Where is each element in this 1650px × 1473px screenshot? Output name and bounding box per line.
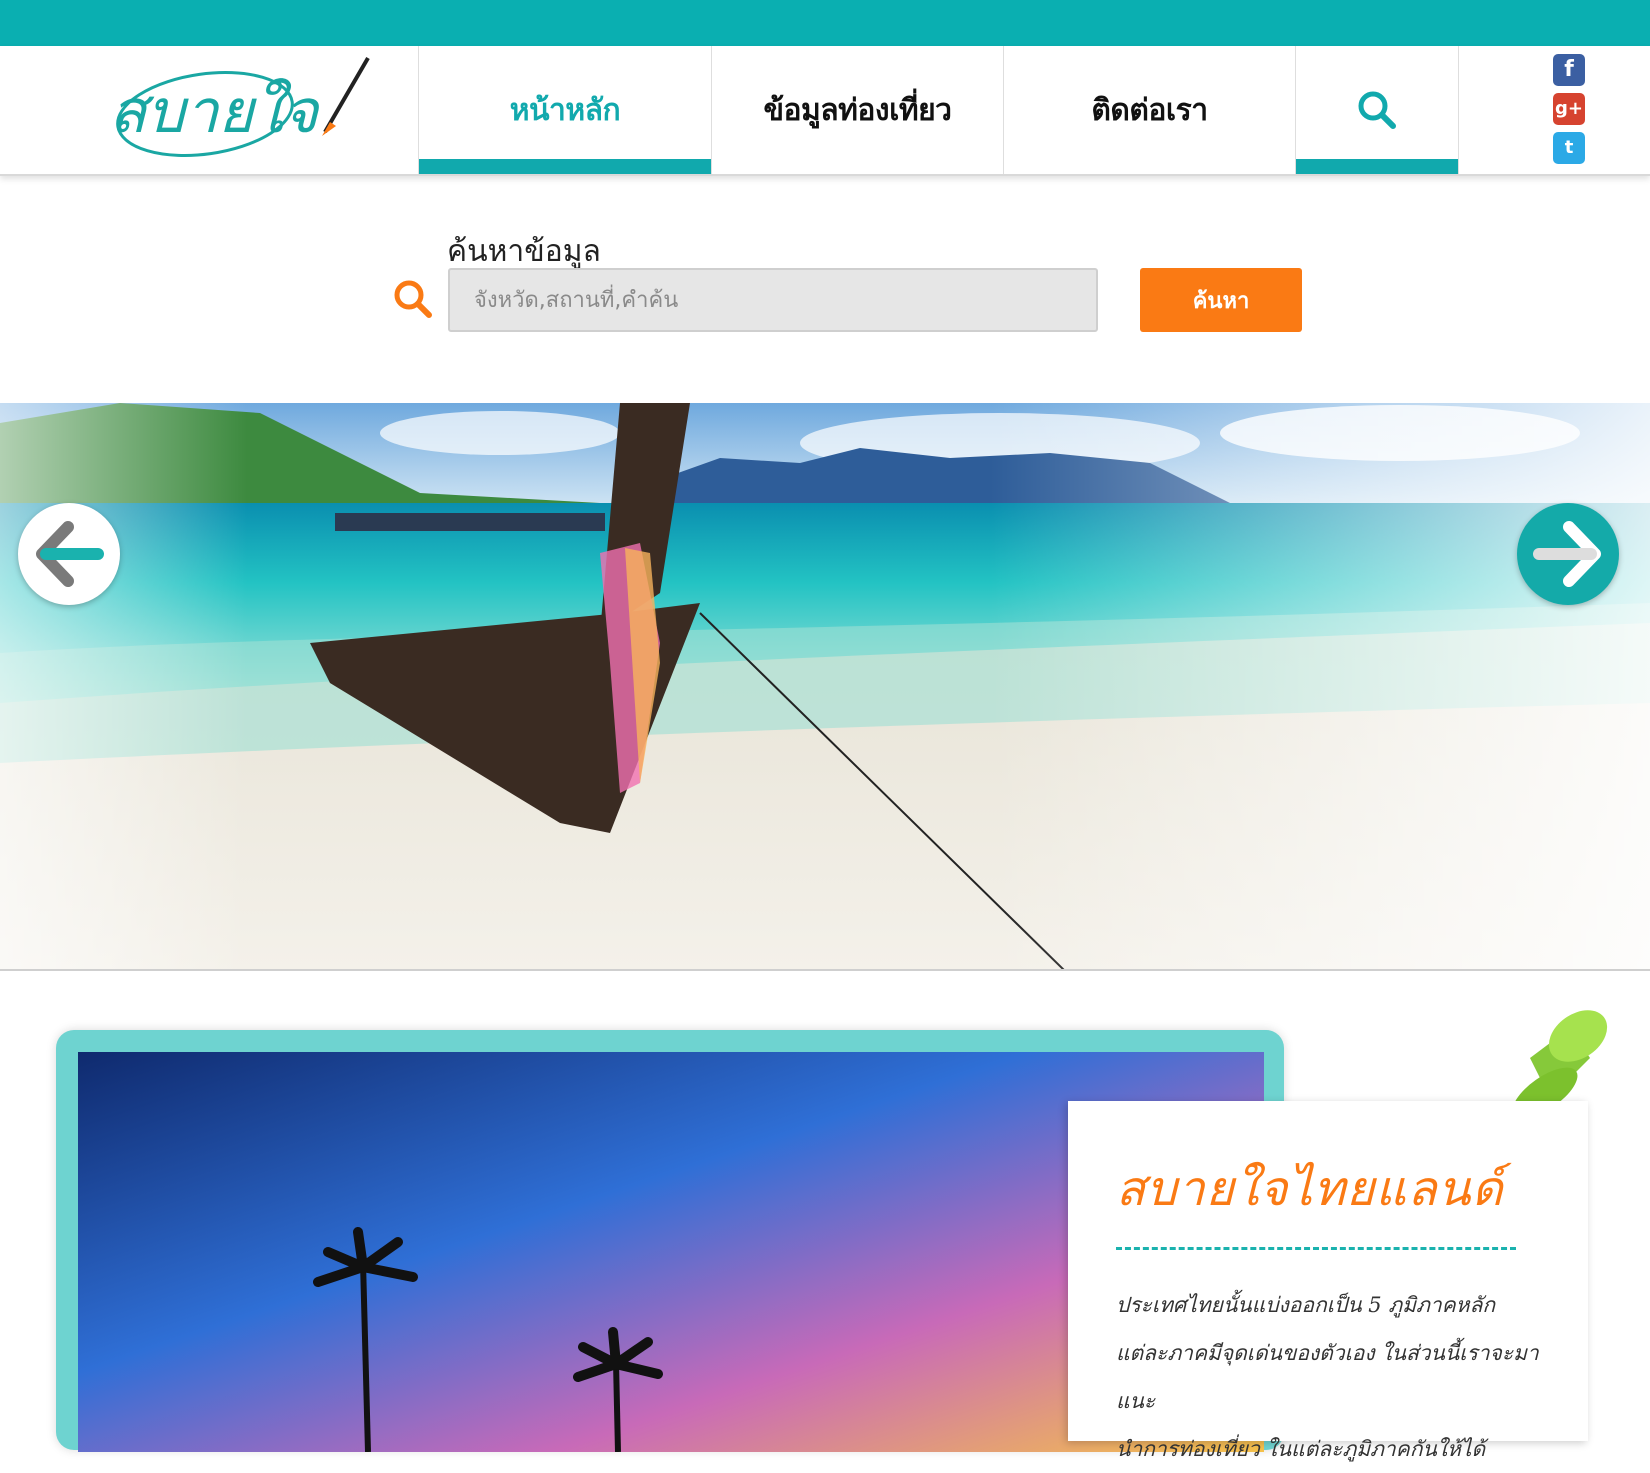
main-navbar: สบายใจ หน้าหลัก ข้อมูลท่องเที่ยว ติดต่อเ… [0, 46, 1650, 176]
nav-search-button[interactable] [1295, 46, 1459, 174]
site-logo[interactable]: สบายใจ [100, 52, 400, 170]
logo-text: สบายใจ [110, 77, 321, 147]
intro-line: นำการท่องเที่ยว ในแต่ละภูมิภาคกันให้ได้ [1116, 1437, 1486, 1461]
search-underline [1296, 159, 1458, 174]
top-color-bar [0, 0, 1650, 46]
intro-note-card: สบายใจไทยแลนด์ ประเทศไทยนั้นแบ่งออกเป็น … [1068, 1101, 1588, 1461]
nav-home[interactable]: หน้าหลัก [418, 46, 711, 174]
arrow-right-icon [1533, 521, 1601, 587]
hero-slider [0, 403, 1650, 971]
twitter-icon[interactable]: t [1553, 132, 1585, 164]
intro-title: สบายใจไทยแลนด์ [1116, 1161, 1504, 1217]
logo-graphic: สบายใจ [110, 56, 370, 157]
intro-line: แต่ละภาคมีจุดเด่นของตัวเอง ในส่วนนี้เราจ… [1116, 1341, 1539, 1413]
dashed-divider [1116, 1247, 1516, 1250]
nav-travel-info[interactable]: ข้อมูลท่องเที่ยว [711, 46, 1003, 174]
nav-contact[interactable]: ติดต่อเรา [1003, 46, 1295, 174]
slider-prev-button[interactable] [18, 503, 120, 605]
nav-home-label: หน้าหลัก [509, 92, 621, 128]
intro-line: ประเทศไทยนั้นแบ่งออกเป็น 5 ภูมิภาคหลัก [1116, 1293, 1496, 1317]
beach-boat-image [0, 403, 1650, 969]
intro-text: ประเทศไทยนั้นแบ่งออกเป็น 5 ภูมิภาคหลัก แ… [1116, 1281, 1566, 1473]
facebook-icon[interactable]: f [1553, 54, 1585, 86]
active-underline [419, 159, 711, 174]
search-icon [1358, 91, 1396, 129]
nav-travel-info-label: ข้อมูลท่องเที่ยว [763, 92, 952, 128]
google-plus-icon[interactable]: g+ [1553, 93, 1585, 125]
social-links: f g+ t [1553, 54, 1587, 171]
slider-next-button[interactable] [1517, 503, 1619, 605]
search-submit-button[interactable]: ค้นหา [1140, 268, 1302, 332]
search-input[interactable] [448, 268, 1098, 332]
search-icon [394, 280, 432, 318]
search-section: ค้นหาข้อมูล ค้นหา [0, 178, 1650, 402]
arrow-left-icon [36, 521, 104, 587]
nav-contact-label: ติดต่อเรา [1091, 92, 1208, 128]
